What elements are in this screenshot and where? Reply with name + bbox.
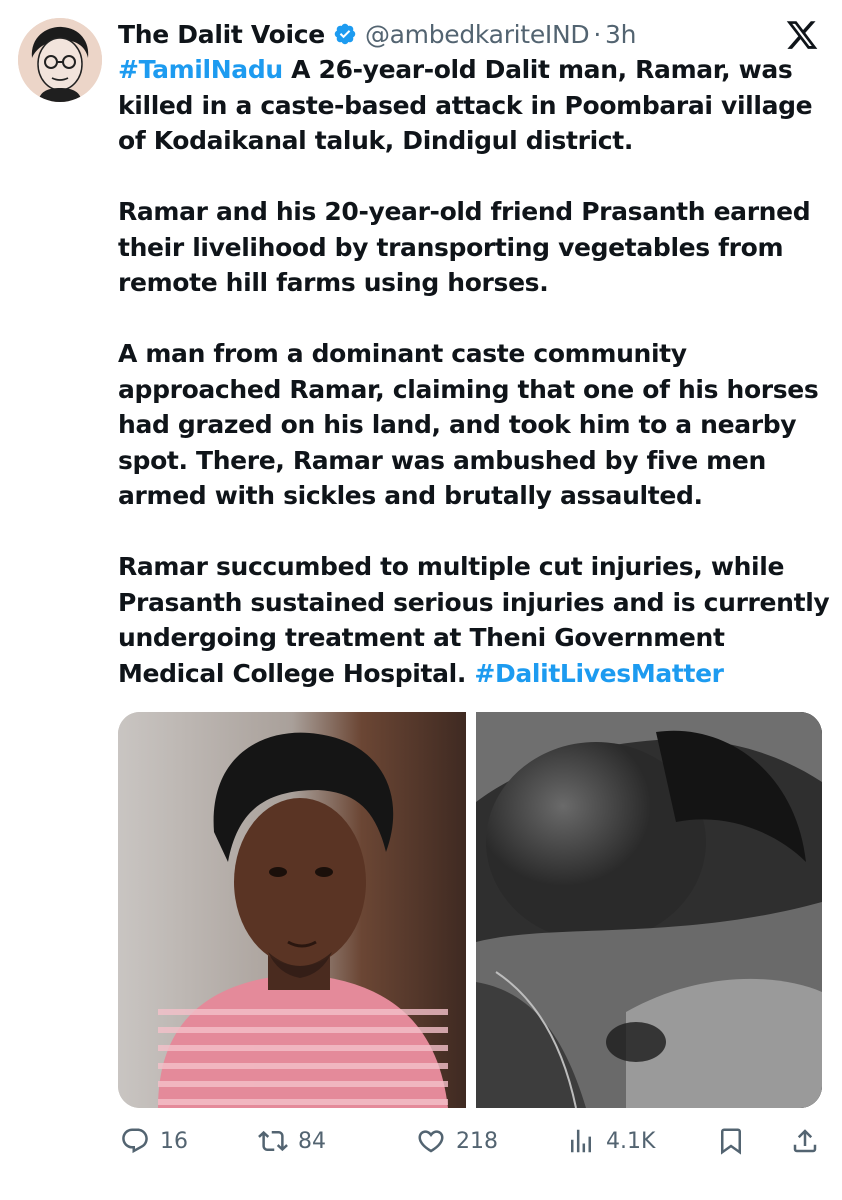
author-avatar[interactable] [18,18,102,102]
media-photo-portrait[interactable] [118,712,466,1108]
bookmark-icon [721,1128,741,1155]
tweet-action-bar: 16 84 218 4.1K [118,1122,830,1162]
author-handle[interactable]: @ambedkariteIND [365,20,590,49]
photo-blurred-injured-person [476,712,822,1108]
retweet-button[interactable]: 84 [258,1126,326,1156]
tweet-media [118,712,822,1108]
bookmark-button[interactable] [716,1126,746,1156]
tweet-paragraph-3: A man from a dominant caste community ap… [118,339,819,510]
share-icon [793,1129,817,1153]
media-photo-blurred[interactable] [476,712,822,1108]
heart-icon [418,1130,444,1153]
views-count: 4.1K [606,1128,656,1154]
like-button[interactable]: 218 [416,1126,498,1156]
views-chart-icon [571,1129,591,1153]
hashtag-tamilnadu-link[interactable]: #TamilNadu [118,55,283,84]
hashtag-dalitlivesmatter-link[interactable]: #DalitLivesMatter [474,659,724,688]
tweet-timestamp[interactable]: 3h [605,20,636,49]
tweet-paragraph-2: Ramar and his 20-year-old friend Prasant… [118,197,811,297]
x-logo-icon[interactable] [784,18,820,52]
reply-count: 16 [160,1128,188,1154]
reply-button[interactable]: 16 [120,1126,188,1156]
tweet-header: The Dalit Voice @ambedkariteIND · 3h [118,14,636,54]
share-button[interactable] [790,1126,820,1156]
views-button[interactable]: 4.1K [566,1126,655,1156]
verified-badge-icon [333,22,357,46]
photo-portrait-young-man [118,712,466,1108]
tweet-paragraph-4: Ramar succumbed to multiple cut injuries… [118,549,830,691]
tweet-paragraph-1: #TamilNadu A 26-year-old Dalit man, Rama… [118,52,830,159]
like-count: 218 [456,1128,498,1154]
author-name[interactable]: The Dalit Voice [118,20,325,49]
reply-icon [122,1128,148,1154]
retweet-icon [258,1130,288,1152]
retweet-count: 84 [298,1128,326,1154]
header-separator: · [593,19,601,49]
avatar-portrait-icon [18,18,102,102]
tweet-text: #TamilNadu A 26-year-old Dalit man, Rama… [118,52,830,691]
